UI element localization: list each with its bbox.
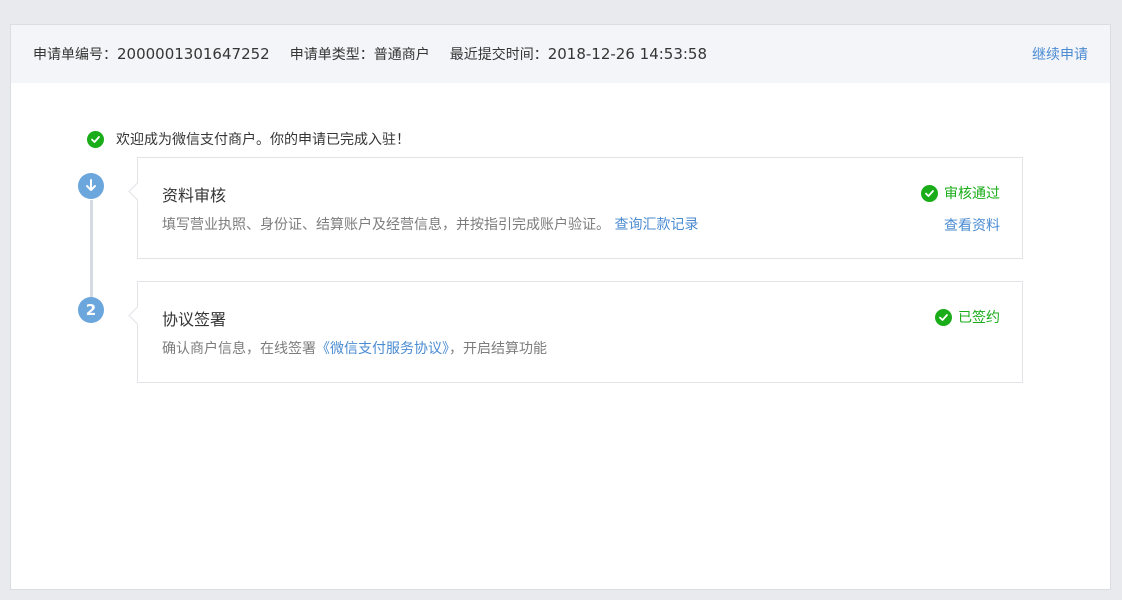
submit-time-label: 最近提交时间： bbox=[449, 47, 548, 63]
timeline-connector bbox=[90, 200, 93, 310]
status-text: 审核通过 bbox=[944, 186, 1000, 202]
submit-time-value: 2018-12-26 14:53:58 bbox=[547, 45, 708, 63]
check-circle-icon bbox=[87, 130, 104, 148]
application-number-value: 2000001301647252 bbox=[117, 45, 270, 63]
status-signed: 已签约 bbox=[935, 307, 1000, 327]
step-title: 资料审核 bbox=[162, 186, 227, 205]
welcome-banner: 欢迎成为微信支付商户。你的申请已完成入驻！ bbox=[87, 129, 410, 149]
application-header: 申请单编号：2000001301647252 申请单类型：普通商户 最近提交时间… bbox=[11, 25, 1110, 83]
step-description-text: 填写营业执照、身份证、结算账户及经营信息，并按指引完成账户验证。 bbox=[162, 217, 610, 233]
step-description-prefix: 确认商户信息，在线签署 bbox=[162, 341, 316, 357]
view-materials-link[interactable]: 查看资料 bbox=[944, 215, 1000, 235]
check-circle-icon bbox=[935, 308, 952, 326]
welcome-message: 欢迎成为微信支付商户。你的申请已完成入驻！ bbox=[116, 132, 410, 148]
query-remittance-link[interactable]: 查询汇款记录 bbox=[614, 217, 698, 233]
application-type: 申请单类型：普通商户 bbox=[290, 44, 430, 64]
service-agreement-link[interactable]: 《微信支付服务协议》 bbox=[316, 341, 449, 357]
application-type-label: 申请单类型： bbox=[289, 47, 374, 63]
step-complete-icon bbox=[86, 179, 96, 191]
step-2-badge: 2 bbox=[78, 297, 104, 323]
application-number: 申请单编号：2000001301647252 bbox=[33, 44, 270, 64]
status-approved: 审核通过 bbox=[921, 183, 1000, 203]
step-status: 已签约 bbox=[935, 307, 1000, 327]
status-text: 已签约 bbox=[958, 310, 1000, 326]
step-description-suffix: ，开启结算功能 bbox=[449, 341, 547, 357]
step-1-badge bbox=[78, 173, 104, 199]
step-description: 确认商户信息，在线签署《微信支付服务协议》，开启结算功能 bbox=[162, 338, 1000, 358]
step-status: 审核通过 查看资料 bbox=[921, 183, 1000, 235]
application-type-value: 普通商户 bbox=[373, 47, 430, 63]
application-meta: 申请单编号：2000001301647252 申请单类型：普通商户 最近提交时间… bbox=[33, 44, 727, 64]
step-card-document-review: 资料审核 填写营业执照、身份证、结算账户及经营信息，并按指引完成账户验证。 查询… bbox=[137, 157, 1023, 259]
step-card-agreement-signing: 协议签署 确认商户信息，在线签署《微信支付服务协议》，开启结算功能 已签约 bbox=[137, 281, 1023, 383]
continue-application-link[interactable]: 继续申请 bbox=[1032, 44, 1088, 64]
submit-time: 最近提交时间：2018-12-26 14:53:58 bbox=[450, 44, 707, 64]
step-description: 填写营业执照、身份证、结算账户及经营信息，并按指引完成账户验证。 查询汇款记录 bbox=[162, 214, 1000, 234]
step-title: 协议签署 bbox=[162, 310, 227, 329]
check-circle-icon bbox=[921, 184, 938, 202]
application-number-label: 申请单编号： bbox=[33, 47, 117, 63]
